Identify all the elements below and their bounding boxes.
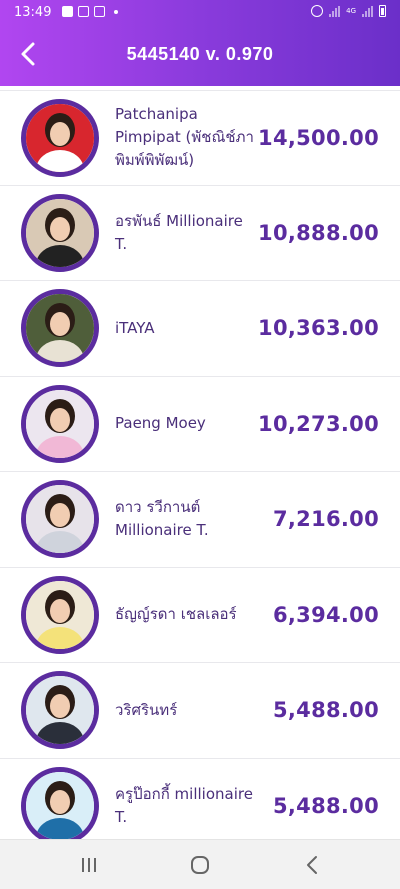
member-amount: 7,216.00 xyxy=(272,507,379,532)
signal-icon-2 xyxy=(362,5,373,17)
member-name: iTAYA xyxy=(115,318,155,337)
lte-label: 4G xyxy=(346,6,356,15)
avatar xyxy=(21,384,99,463)
list-item[interactable]: Patchanipa Pimpipat (พัชณิช์ภา พิมพ์พิพั… xyxy=(0,90,400,186)
status-bar: 13:49 4G xyxy=(0,0,400,26)
avatar xyxy=(21,480,99,559)
ranking-list[interactable]: Patchanipa Pimpipat (พัชณิช์ภา พิมพ์พิพั… xyxy=(0,90,400,839)
avatar xyxy=(21,766,99,839)
home-icon xyxy=(191,856,209,874)
recent-apps-icon xyxy=(82,858,96,872)
list-item[interactable]: Paeng Moey 10,273.00 xyxy=(0,377,400,472)
avatar xyxy=(21,289,99,368)
avatar xyxy=(21,98,99,177)
member-name: วริศรินทร์ xyxy=(115,700,178,719)
member-name: อรพันธ์ Millionaire T. xyxy=(115,211,243,253)
system-icons: 4G xyxy=(311,5,386,17)
recent-apps-button[interactable] xyxy=(77,853,101,877)
avatar xyxy=(21,671,99,750)
member-amount: 10,888.00 xyxy=(258,220,379,245)
mail-icon xyxy=(78,6,89,17)
list-item[interactable]: วริศรินทร์ 5,488.00 xyxy=(0,663,400,759)
system-nav-bar xyxy=(0,839,400,889)
alarm-icon xyxy=(311,5,324,17)
page-title: 5445140 v. 0.970 xyxy=(126,44,274,64)
member-name: Patchanipa Pimpipat (พัชณิช์ภา พิมพ์พิพั… xyxy=(115,105,254,170)
header: 5445140 v. 0.970 xyxy=(0,26,400,86)
back-nav-icon xyxy=(307,856,317,874)
member-amount: 5,488.00 xyxy=(272,698,379,723)
more-notifications-icon xyxy=(114,9,118,14)
home-button[interactable] xyxy=(188,853,212,877)
avatar xyxy=(21,193,99,272)
member-name: ดาว รวีกานต์ Millionaire T. xyxy=(115,498,209,540)
member-amount: 5,488.00 xyxy=(272,793,379,818)
list-item[interactable]: ดาว รวีกานต์ Millionaire T. 7,216.00 xyxy=(0,472,400,568)
member-name: ธัญญ์รดา เชลเลอร์ xyxy=(115,605,237,624)
status-time: 13:49 xyxy=(14,5,52,20)
avatar xyxy=(21,575,99,654)
member-amount: 14,500.00 xyxy=(258,125,379,150)
gallery-icon xyxy=(94,6,105,17)
facebook-icon xyxy=(62,6,73,17)
member-amount: 10,273.00 xyxy=(258,411,379,436)
list-item[interactable]: iTAYA 10,363.00 xyxy=(0,281,400,377)
battery-icon xyxy=(379,5,386,17)
member-name: ครูป๊อกกี้ millionaire T. xyxy=(115,784,253,826)
member-amount: 6,394.00 xyxy=(272,602,379,627)
system-back-button[interactable] xyxy=(301,853,325,877)
member-amount: 10,363.00 xyxy=(258,316,379,341)
list-item[interactable]: อรพันธ์ Millionaire T. 10,888.00 xyxy=(0,186,400,281)
list-item[interactable]: ครูป๊อกกี้ millionaire T. 5,488.00 xyxy=(0,759,400,839)
notification-icons xyxy=(62,6,118,17)
list-item[interactable]: ธัญญ์รดา เชลเลอร์ 6,394.00 xyxy=(0,568,400,663)
app-header-bar: 13:49 4G 5445140 v. 0.970 xyxy=(0,0,400,86)
member-name: Paeng Moey xyxy=(115,414,206,433)
signal-icon xyxy=(329,5,341,17)
